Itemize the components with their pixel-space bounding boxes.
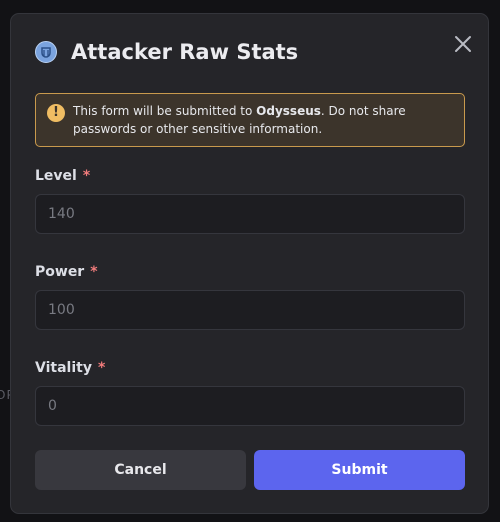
- modal-dialog: Attacker Raw Stats ! This form will be s…: [10, 13, 489, 514]
- vitality-input[interactable]: [35, 386, 465, 426]
- warning-text: This form will be submitted to Odysseus.…: [73, 102, 455, 138]
- level-input[interactable]: [35, 194, 465, 234]
- level-required-mark: *: [82, 168, 91, 184]
- vitality-label: Vitality *: [35, 360, 105, 376]
- power-required-mark: *: [90, 264, 98, 280]
- notice-app-name: Odysseus: [256, 104, 321, 118]
- power-input[interactable]: [35, 290, 465, 330]
- modal-title: Attacker Raw Stats: [71, 40, 299, 64]
- level-label-text: Level: [35, 168, 77, 184]
- power-label-text: Power: [35, 264, 85, 280]
- close-icon[interactable]: [453, 34, 473, 54]
- warning-icon: !: [47, 104, 65, 122]
- level-label: Level *: [35, 168, 90, 184]
- power-label: Power *: [35, 264, 98, 280]
- warning-notice: ! This form will be submitted to Odysseu…: [35, 93, 465, 147]
- vitality-label-text: Vitality: [35, 360, 92, 376]
- modal-header: Attacker Raw Stats: [35, 40, 298, 64]
- cancel-button[interactable]: Cancel: [35, 450, 246, 490]
- app-avatar-icon: [35, 41, 57, 63]
- vitality-required-mark: *: [97, 360, 106, 376]
- submit-button[interactable]: Submit: [254, 450, 465, 490]
- notice-prefix: This form will be submitted to: [73, 104, 257, 118]
